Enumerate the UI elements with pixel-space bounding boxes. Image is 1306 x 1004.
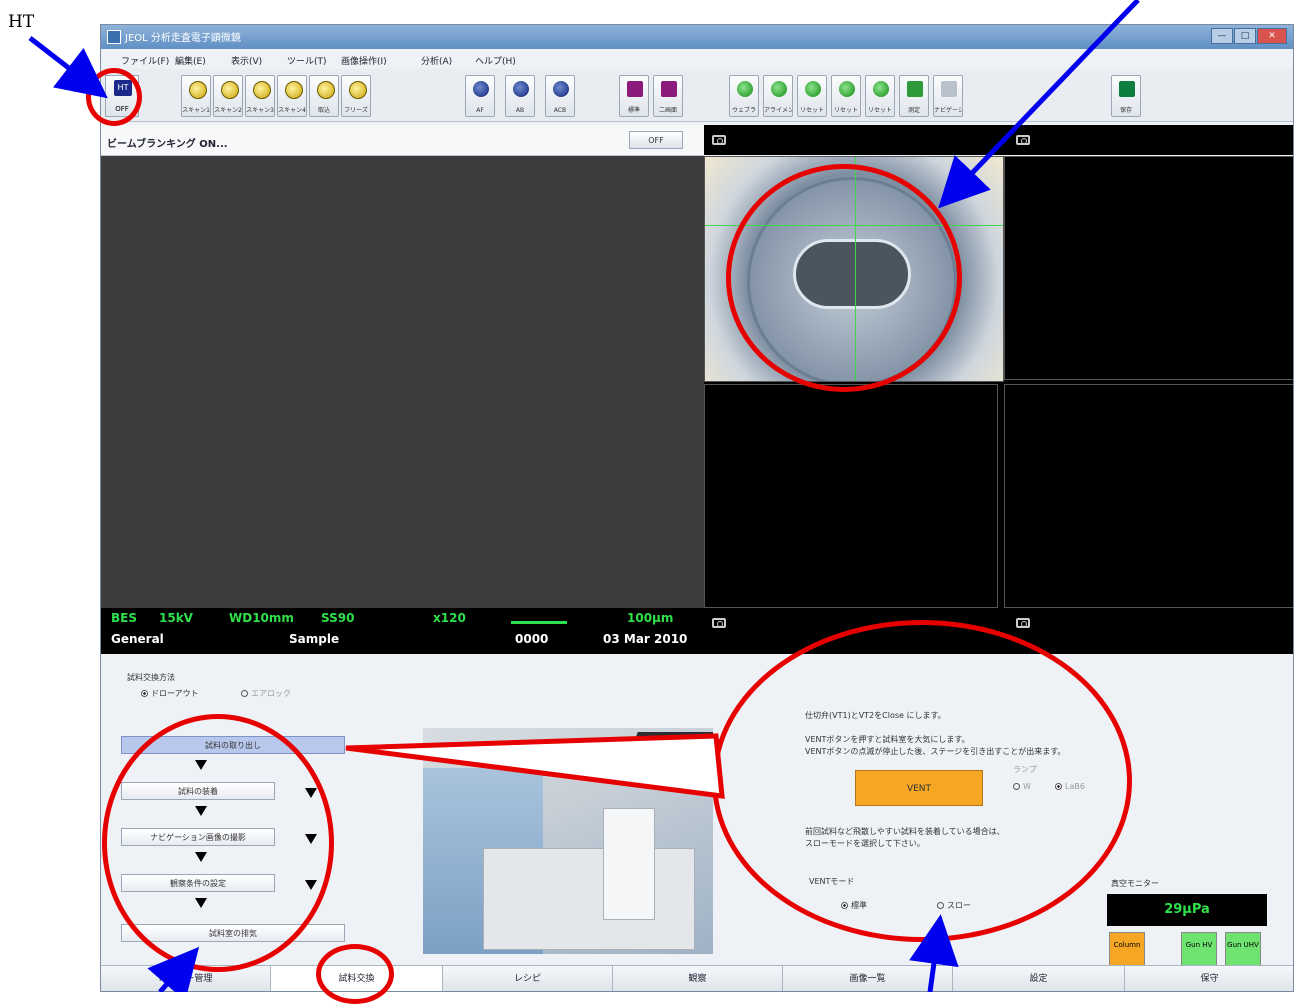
arrow-to-camera <box>938 0 1140 209</box>
arrow-to-ht <box>28 36 108 99</box>
annotation-arrows <box>28 0 1140 992</box>
callout-pointer <box>345 733 725 799</box>
arrow-to-user-tab <box>147 946 200 992</box>
arrow-to-vent-area <box>909 914 959 992</box>
